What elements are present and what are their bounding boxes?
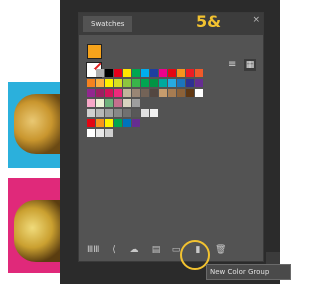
art-portrait-bottom: [14, 200, 60, 262]
color-swatch[interactable]: [132, 99, 140, 107]
color-swatch[interactable]: [96, 119, 104, 127]
color-swatch[interactable]: [96, 69, 104, 77]
color-swatch[interactable]: [114, 69, 122, 77]
color-swatch[interactable]: [105, 119, 113, 127]
color-swatch[interactable]: [123, 89, 131, 97]
color-swatch[interactable]: [96, 129, 104, 137]
grid-view-icon[interactable]: ▦: [244, 59, 256, 71]
color-swatch[interactable]: [195, 89, 203, 97]
color-swatch[interactable]: [177, 79, 185, 87]
color-swatch[interactable]: [150, 79, 158, 87]
tooltip: New Color Group: [206, 264, 291, 280]
color-swatch[interactable]: [114, 119, 122, 127]
color-swatch[interactable]: [87, 89, 95, 97]
color-swatch[interactable]: [177, 69, 185, 77]
color-swatch[interactable]: [159, 69, 167, 77]
color-swatch[interactable]: [159, 89, 167, 97]
color-swatch[interactable]: [141, 79, 149, 87]
color-swatch[interactable]: [105, 99, 113, 107]
color-swatch[interactable]: [114, 79, 122, 87]
color-swatch[interactable]: [123, 119, 131, 127]
color-swatch[interactable]: [186, 79, 194, 87]
color-swatch[interactable]: [105, 69, 113, 77]
swatch-row: [87, 119, 141, 127]
color-swatch[interactable]: [87, 79, 95, 87]
color-swatch[interactable]: [168, 79, 176, 87]
color-swatch[interactable]: [123, 109, 131, 117]
share-icon[interactable]: ⟨: [109, 245, 119, 255]
color-swatch[interactable]: [96, 79, 104, 87]
cloud-icon[interactable]: ☁: [129, 245, 139, 255]
tab-swatches[interactable]: Swatches: [83, 16, 133, 32]
swatch-options-icon[interactable]: ▤: [151, 245, 161, 255]
color-swatch[interactable]: [114, 109, 122, 117]
color-swatch[interactable]: [87, 129, 95, 137]
color-swatch[interactable]: [141, 109, 149, 117]
swatch-row: [87, 109, 159, 117]
color-swatch[interactable]: [105, 129, 113, 137]
color-swatch[interactable]: [168, 89, 176, 97]
color-swatch[interactable]: [96, 109, 104, 117]
color-swatch[interactable]: [114, 99, 122, 107]
art-portrait-top: [14, 94, 60, 154]
color-swatch[interactable]: [186, 69, 194, 77]
step-label: 5&: [196, 12, 222, 31]
color-swatch[interactable]: [123, 79, 131, 87]
color-swatch[interactable]: [150, 89, 158, 97]
color-swatch[interactable]: [87, 119, 95, 127]
color-swatch[interactable]: [141, 69, 149, 77]
fill-color-swatch[interactable]: [87, 44, 102, 59]
color-swatch[interactable]: [132, 109, 140, 117]
color-swatch[interactable]: [132, 119, 140, 127]
swatches-panel: Swatches × ≡ ▦ ⅢⅢ ⟨ ☁ ▤ ▭ ▮ 🗑: [78, 12, 264, 262]
color-swatch[interactable]: [186, 89, 194, 97]
color-swatch[interactable]: [105, 89, 113, 97]
swatch-row: [87, 69, 204, 77]
color-swatch[interactable]: [177, 89, 185, 97]
color-swatch[interactable]: [132, 69, 140, 77]
color-swatch[interactable]: [195, 79, 203, 87]
close-icon[interactable]: ×: [252, 15, 260, 25]
color-swatch[interactable]: [96, 89, 104, 97]
swatch-row: [87, 79, 204, 87]
color-swatch[interactable]: [114, 89, 122, 97]
color-swatch[interactable]: [87, 109, 95, 117]
color-swatch[interactable]: [87, 69, 95, 77]
swatch-row: [87, 89, 204, 97]
color-swatch[interactable]: [168, 69, 176, 77]
panel-bottom-toolbar: ⅢⅢ ⟨ ☁ ▤ ▭ ▮ 🗑: [79, 241, 263, 259]
color-swatch[interactable]: [87, 99, 95, 107]
trash-icon[interactable]: 🗑: [215, 245, 226, 255]
color-swatch[interactable]: [123, 69, 131, 77]
panel-title-bar[interactable]: Swatches ×: [79, 13, 263, 35]
color-swatch[interactable]: [150, 69, 158, 77]
color-swatch[interactable]: [132, 79, 140, 87]
swatch-row: [87, 99, 141, 107]
color-swatch[interactable]: [141, 89, 149, 97]
color-swatch[interactable]: [105, 109, 113, 117]
library-icon[interactable]: ⅢⅢ: [87, 245, 99, 255]
color-swatch[interactable]: [123, 99, 131, 107]
color-swatch[interactable]: [105, 79, 113, 87]
color-swatch[interactable]: [132, 89, 140, 97]
artwork-canvas: [0, 0, 60, 284]
color-swatch[interactable]: [150, 109, 158, 117]
color-swatch[interactable]: [96, 99, 104, 107]
color-swatch[interactable]: [159, 79, 167, 87]
swatch-row: [87, 129, 114, 137]
color-swatch[interactable]: [195, 69, 203, 77]
list-view-icon[interactable]: ≡: [228, 60, 238, 70]
